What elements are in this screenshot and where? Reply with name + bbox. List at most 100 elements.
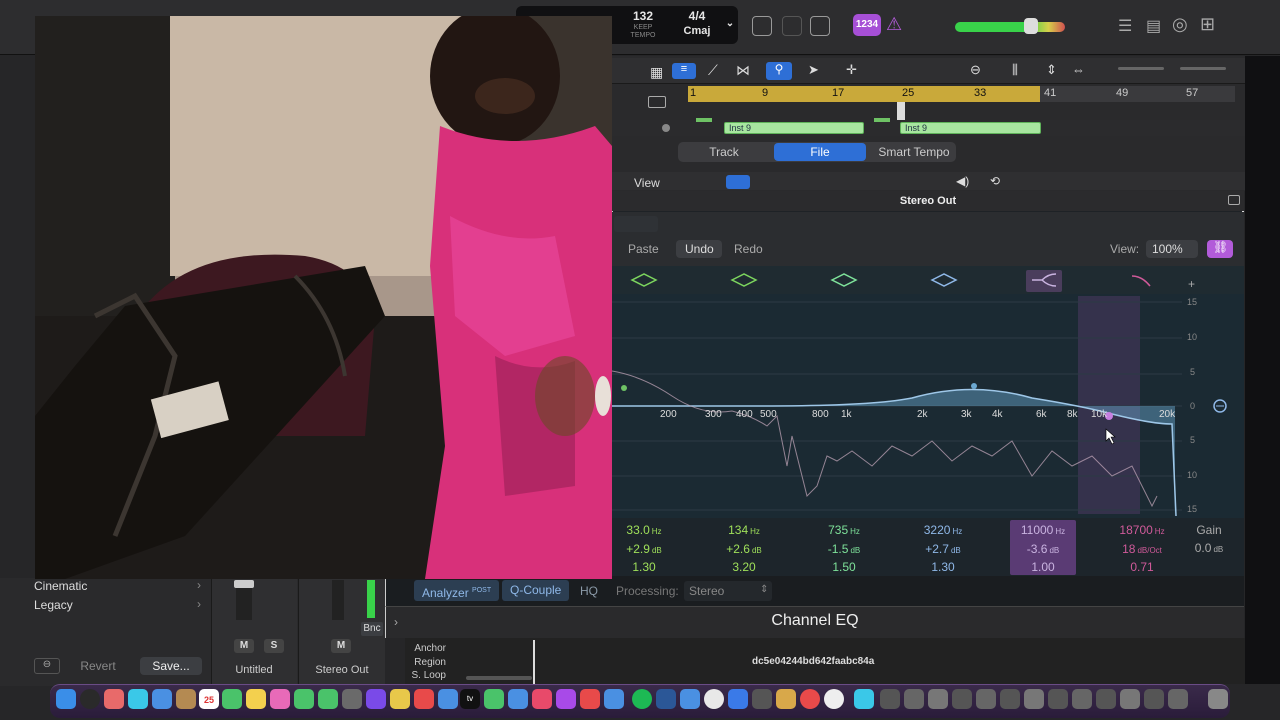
tab-track[interactable]: Track [680, 143, 768, 161]
word-icon[interactable] [656, 689, 676, 709]
keynote-icon[interactable] [508, 689, 528, 709]
library-item-legacy[interactable]: Legacy [34, 598, 73, 612]
redo-button[interactable]: Redo [734, 242, 763, 256]
band-1-params[interactable]: 33.0 Hz +2.9 dB 1.30 [604, 522, 684, 577]
solo-icon[interactable] [810, 16, 830, 36]
maps-icon[interactable] [222, 689, 242, 709]
finder-icon[interactable] [56, 689, 76, 709]
browser-icon[interactable]: ⊞ [1200, 14, 1215, 35]
window-thumbnail[interactable] [976, 689, 996, 709]
add-track-icon[interactable] [648, 96, 666, 108]
flex-icon[interactable]: ⋈ [736, 62, 750, 79]
window-thumbnail[interactable] [952, 689, 972, 709]
window-thumbnail[interactable] [1168, 689, 1188, 709]
zoom-menu-icon[interactable]: ⊖ [970, 62, 981, 78]
metronome-icon[interactable]: ⚠ [886, 14, 902, 35]
preset-menu[interactable] [614, 216, 658, 232]
app-icon[interactable] [438, 689, 458, 709]
eq-curve-display[interactable]: + [612, 266, 1244, 518]
count-in-button[interactable]: 1234 [853, 14, 881, 36]
tv-icon[interactable]: tv [460, 689, 480, 709]
window-thumbnail[interactable] [1096, 689, 1116, 709]
fader-track[interactable] [332, 580, 344, 620]
app-icon[interactable] [680, 689, 700, 709]
list-editors-icon[interactable]: ☰ [1118, 16, 1132, 36]
ruler[interactable] [1040, 86, 1235, 102]
low-latency-icon[interactable] [752, 16, 772, 36]
paste-button[interactable]: Paste [628, 242, 659, 256]
revert-button[interactable]: Revert [68, 657, 128, 675]
midi-region[interactable]: Inst 9 [900, 122, 1041, 134]
gain-params[interactable]: Gain 0.0 dB [1184, 522, 1234, 558]
notes-icon[interactable] [246, 689, 266, 709]
speaker-icon[interactable]: ◀) [956, 174, 969, 188]
window-thumbnail[interactable] [904, 689, 924, 709]
q-couple-button[interactable]: Q-Couple [502, 580, 570, 601]
signature-display[interactable]: 4/4 Cmaj [674, 9, 720, 37]
master-volume-slider[interactable] [955, 22, 1065, 32]
launchpad-icon[interactable] [80, 689, 100, 709]
messages-icon[interactable] [294, 689, 314, 709]
library-item-cinematic[interactable]: Cinematic [34, 579, 87, 593]
hq-button[interactable]: HQ [580, 584, 598, 598]
vertical-zoom-slider[interactable] [1118, 67, 1164, 70]
solo-button[interactable]: S [264, 639, 284, 653]
horizontal-zoom-icon[interactable]: ⇔ [1072, 62, 1085, 77]
marquee-tool-icon[interactable]: ✛ [846, 62, 857, 78]
window-thumbnail[interactable] [1000, 689, 1020, 709]
tab-file[interactable]: File [774, 143, 866, 161]
podcasts-icon[interactable] [556, 689, 576, 709]
tab-smart-tempo[interactable]: Smart Tempo [868, 143, 960, 161]
automation-icon[interactable]: ⟋ [708, 62, 718, 79]
window-thumbnail[interactable] [1120, 689, 1140, 709]
view-menu[interactable]: View [634, 176, 660, 190]
save-button[interactable]: Save... [140, 657, 202, 675]
app-store-icon[interactable] [604, 689, 624, 709]
logic-icon[interactable] [824, 689, 844, 709]
notepad-icon[interactable]: ▤ [1146, 16, 1161, 36]
record-enable-icon[interactable] [662, 124, 670, 132]
news-icon[interactable] [580, 689, 600, 709]
expand-icon[interactable] [1228, 195, 1240, 205]
chrome-icon[interactable] [704, 689, 724, 709]
mute-button[interactable]: M [331, 639, 351, 653]
window-thumbnail[interactable] [1072, 689, 1092, 709]
folder-icon[interactable] [854, 689, 874, 709]
vertical-zoom-icon[interactable]: ⇕ [1046, 62, 1057, 78]
undo-button[interactable]: Undo [685, 242, 714, 256]
loops-icon[interactable]: ◎ [1172, 14, 1188, 35]
cycle-region[interactable] [688, 86, 1040, 102]
trash-icon[interactable] [1208, 689, 1228, 709]
list-view-icon[interactable]: ≡ [672, 63, 696, 79]
grid-icon[interactable]: ▦ [650, 64, 663, 81]
band-4-params[interactable]: 3220 Hz +2.7 dB 1.30 [903, 522, 983, 577]
app-icon[interactable] [752, 689, 772, 709]
app-icon[interactable] [776, 689, 796, 709]
chevron-down-icon[interactable]: ⌄ [724, 18, 736, 29]
app-icon[interactable] [390, 689, 410, 709]
app-icon[interactable] [104, 689, 124, 709]
pointer-tool-icon[interactable]: ➤ [808, 62, 819, 78]
window-thumbnail[interactable] [1048, 689, 1068, 709]
facetime-icon[interactable] [318, 689, 338, 709]
waveform-zoom-icon[interactable]: ⫼ [1012, 62, 1018, 78]
spotify-icon[interactable] [632, 689, 652, 709]
catch-icon[interactable]: ⚲ [766, 62, 792, 80]
app-icon[interactable] [414, 689, 434, 709]
music-icon[interactable] [532, 689, 552, 709]
app-icon[interactable] [800, 689, 820, 709]
band-6-params[interactable]: 18700 Hz 18 dB/Oct 0.71 [1102, 522, 1182, 577]
fader-knob[interactable] [234, 580, 254, 588]
app-icon[interactable] [342, 689, 362, 709]
window-thumbnail[interactable] [1024, 689, 1044, 709]
master-volume-knob[interactable] [1024, 18, 1038, 34]
scrollbar[interactable] [466, 676, 532, 680]
tempo-display[interactable]: 132 KEEP TEMPO [616, 9, 670, 39]
photos-icon[interactable] [270, 689, 290, 709]
band-2-params[interactable]: 134 Hz +2.6 dB 3.20 [704, 522, 784, 577]
numbers-icon[interactable] [484, 689, 504, 709]
bounce-button[interactable]: Bnc [361, 622, 383, 636]
window-thumbnail[interactable] [880, 689, 900, 709]
safari-icon[interactable] [128, 689, 148, 709]
horizontal-zoom-slider[interactable] [1180, 67, 1226, 70]
